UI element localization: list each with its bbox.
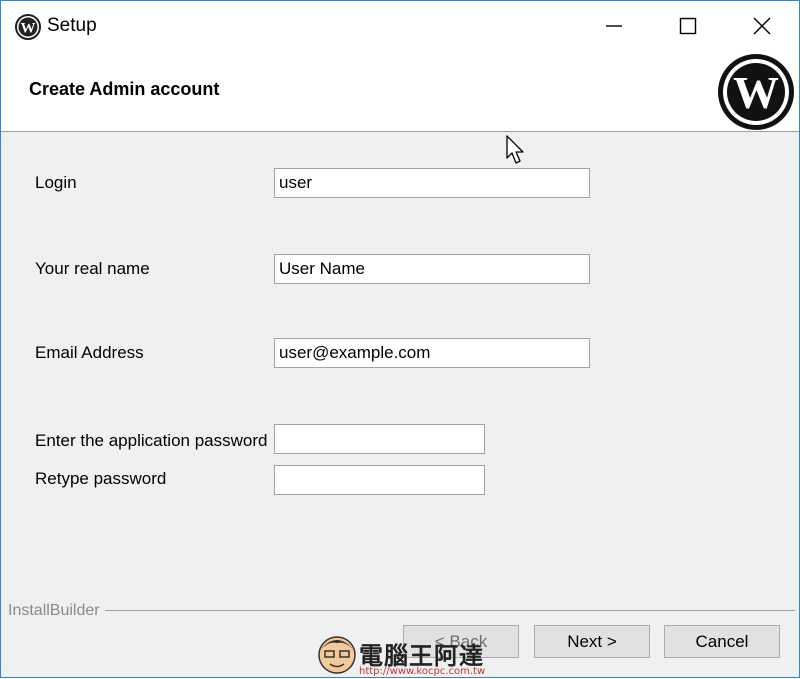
next-button[interactable]: Next > — [534, 625, 650, 658]
login-input[interactable] — [274, 168, 590, 198]
cancel-button[interactable]: Cancel — [664, 625, 780, 658]
footer-divider — [105, 610, 795, 611]
close-icon — [753, 17, 771, 35]
password-input[interactable] — [274, 424, 485, 454]
wordpress-logo: W — [718, 54, 794, 130]
email-label: Email Address — [35, 343, 144, 362]
title-bar[interactable]: W Setup — [1, 1, 799, 51]
login-label: Login — [35, 173, 77, 192]
wordpress-icon: W — [15, 14, 41, 40]
maximize-icon — [679, 17, 697, 35]
window-title: Setup — [47, 15, 97, 36]
page-header: Create Admin account W — [1, 51, 799, 132]
installbuilder-label: InstallBuilder — [8, 602, 103, 620]
setup-window: W Setup Create Admin account W Login use… — [0, 0, 800, 678]
page-title: Create Admin account — [29, 79, 220, 99]
retype-password-input[interactable] — [274, 465, 485, 495]
svg-text:W: W — [21, 21, 36, 37]
minimize-icon — [606, 25, 622, 27]
password-label: Enter the application password — [35, 431, 268, 450]
maximize-button[interactable] — [651, 1, 725, 51]
svg-text:W: W — [733, 67, 779, 118]
mouse-cursor-icon — [506, 135, 524, 164]
real-name-label: Your real name — [35, 259, 150, 278]
close-button[interactable] — [725, 1, 799, 51]
real-name-input[interactable] — [274, 254, 590, 284]
retype-password-label: Retype password — [35, 469, 167, 488]
email-input[interactable] — [274, 338, 590, 368]
watermark-url: http://www.kocpc.com.tw — [359, 666, 486, 677]
minimize-button[interactable] — [577, 1, 651, 51]
